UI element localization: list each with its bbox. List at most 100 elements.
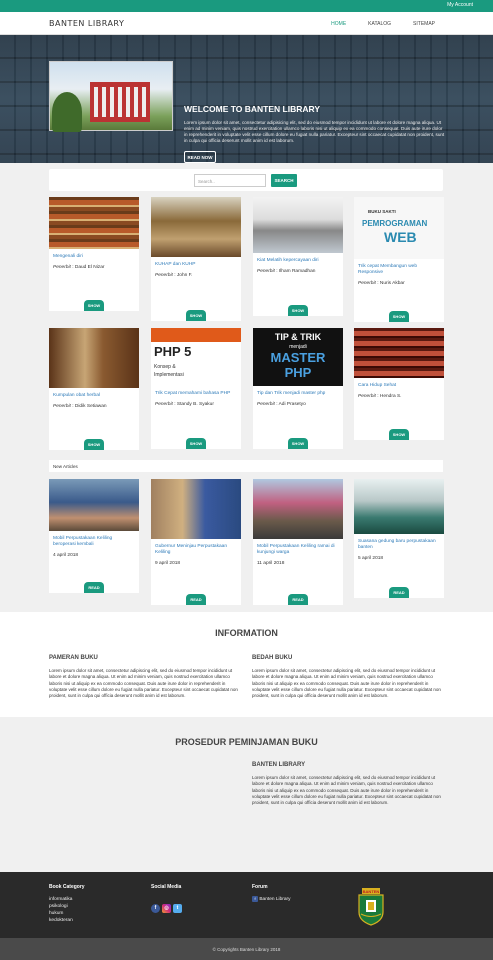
information-section: INFORMATION PAMERAN BUKU Lorem ipsum dol… — [0, 612, 493, 717]
category-link[interactable]: hukum — [49, 910, 85, 917]
facebook-icon[interactable]: f — [151, 903, 160, 913]
hero-banner: WELCOME TO BANTEN LIBRARY Lorem ipsum do… — [0, 35, 493, 163]
book-title[interactable]: KUHAP dan KUHP — [151, 257, 241, 268]
my-account-link[interactable]: My Account — [447, 2, 473, 8]
book-publisher: Penerbit : Hendra S. — [358, 394, 402, 399]
article-card[interactable]: Mobil Perpustakaan Keliling beroperasi k… — [49, 479, 139, 593]
facebook-icon: f — [252, 896, 258, 902]
navbar: BANTEN LIBRARY HOME KATALOG SITEMAP — [0, 12, 493, 35]
book-cover: TIP & TRIK menjadi MASTER PHP — [253, 328, 343, 386]
show-button[interactable]: SHOW — [84, 439, 104, 450]
forum-column: Forum f Banten Library — [252, 884, 291, 902]
hero-title: WELCOME TO BANTEN LIBRARY — [184, 104, 320, 114]
article-title[interactable]: Mobil Perpustakaan Keliling ramai di kun… — [253, 539, 343, 556]
read-button[interactable]: READ — [288, 594, 308, 605]
book-title[interactable]: Kumpulan obat herbal — [49, 388, 139, 399]
article-image — [49, 479, 139, 531]
show-button[interactable]: SHOW — [389, 311, 409, 322]
book-cover — [253, 197, 343, 253]
book-card[interactable]: Kumpulan obat herbal Penerbit : Didik Se… — [49, 328, 139, 450]
book-publisher: Penerbit : Standy B. Syakur — [155, 402, 214, 407]
prosedur-column: BANTEN LIBRARY Lorem ipsum dolor sit ame… — [252, 762, 442, 806]
information-heading: INFORMATION — [215, 628, 278, 638]
prosedur-heading: PROSEDUR PEMINJAMAN BUKU — [175, 737, 318, 747]
twitter-icon[interactable]: t — [173, 903, 182, 913]
show-button[interactable]: SHOW — [288, 438, 308, 449]
book-cover: PHP 5 Konsep & Implementasi — [151, 328, 241, 386]
book-title[interactable]: Tip dan Trik menjadi master php — [253, 386, 343, 397]
prosedur-title: BANTEN LIBRARY — [252, 762, 306, 768]
search-bar: Search.. SEARCH — [49, 169, 443, 191]
footer: Book Category informatika psikologi huku… — [0, 872, 493, 938]
show-button[interactable]: SHOW — [389, 429, 409, 440]
book-card[interactable]: Cara Hidup Sehat Penerbit : Hendra S. SH… — [354, 328, 444, 440]
article-title[interactable]: Mobil Perpustakaan Keliling beroperasi k… — [49, 531, 139, 548]
read-button[interactable]: READ — [186, 594, 206, 605]
category-link[interactable]: psikologi — [49, 903, 85, 910]
instagram-icon[interactable]: ◎ — [162, 903, 171, 913]
book-card[interactable]: Mengenali diri Penerbit : Daud El Nizar … — [49, 197, 139, 311]
book-cover — [49, 197, 139, 249]
pameran-text: Lorem ipsum dolor sit amet, consectetur … — [49, 668, 238, 699]
book-card[interactable]: BUKU SAKTI PEMROGRAMAN WEB Trik cepat Me… — [354, 197, 444, 322]
article-image — [354, 479, 444, 534]
article-date: 5 april 2018 — [358, 556, 384, 561]
nav-home[interactable]: HOME — [331, 21, 346, 27]
book-title[interactable]: Trik cepat Membangun web Responsive — [354, 259, 444, 276]
book-category-title: Book Category — [49, 884, 85, 890]
nav-sitemap[interactable]: SITEMAP — [413, 21, 435, 27]
category-link[interactable]: informatika — [49, 896, 85, 903]
pameran-title: PAMERAN BUKU — [49, 655, 98, 661]
book-title[interactable]: Trik Cepat memahami bahasa PHP — [151, 386, 241, 397]
article-image — [151, 479, 241, 539]
nav-links: HOME KATALOG SITEMAP — [331, 12, 435, 35]
new-articles-label: New Articles — [49, 460, 443, 472]
read-button[interactable]: READ — [389, 587, 409, 598]
banten-emblem: BANTEN — [356, 888, 386, 926]
nav-katalog[interactable]: KATALOG — [368, 21, 391, 27]
book-title[interactable]: Mengenali diri — [49, 249, 139, 260]
book-card[interactable]: TIP & TRIK menjadi MASTER PHP Tip dan Tr… — [253, 328, 343, 449]
article-card[interactable]: Gubernur Meninjau Perpustakaan Keliling … — [151, 479, 241, 605]
show-button[interactable]: SHOW — [186, 310, 206, 321]
book-card[interactable]: KUHAP dan KUHP Penerbit : John F. SHOW — [151, 197, 241, 321]
article-date: 4 april 2018 — [53, 553, 79, 558]
category-link[interactable]: kedokteran — [49, 917, 85, 924]
article-card[interactable]: Mobil Perpustakaan Keliling ramai di kun… — [253, 479, 343, 605]
read-now-button[interactable]: READ NOW — [184, 151, 216, 163]
read-button[interactable]: READ — [84, 582, 104, 593]
book-publisher: Penerbit : Daud El Nizar — [53, 265, 105, 270]
search-input[interactable]: Search.. — [194, 174, 266, 187]
article-title[interactable]: Suasana gedung baru perpustakaan banten — [354, 534, 444, 551]
book-publisher: Penerbit : Nuris Akbar — [358, 281, 405, 286]
bedah-title: BEDAH BUKU — [252, 655, 293, 661]
article-date: 11 april 2018 — [257, 561, 285, 566]
article-title[interactable]: Gubernur Meninjau Perpustakaan Keliling — [151, 539, 241, 556]
book-title[interactable]: Cara Hidup Sehat — [354, 378, 444, 389]
show-button[interactable]: SHOW — [288, 305, 308, 316]
book-cover — [151, 197, 241, 257]
forum-title: Forum — [252, 884, 268, 890]
book-card[interactable]: PHP 5 Konsep & Implementasi Trik Cepat m… — [151, 328, 241, 449]
book-publisher: Penerbit : Didik Setiawan — [53, 404, 107, 409]
book-card[interactable]: Kiat Melatih kepercayaan diri Penerbit :… — [253, 197, 343, 316]
bedah-text: Lorem ipsum dolor sit amet, consectetur … — [252, 668, 441, 699]
prosedur-section: PROSEDUR PEMINJAMAN BUKU BANTEN LIBRARY … — [0, 717, 493, 872]
forum-link[interactable]: Banten Library — [259, 897, 290, 902]
book-title[interactable]: Kiat Melatih kepercayaan diri — [253, 253, 343, 264]
brand-logo[interactable]: BANTEN LIBRARY — [49, 19, 124, 28]
article-card[interactable]: Suasana gedung baru perpustakaan banten … — [354, 479, 444, 598]
show-button[interactable]: SHOW — [84, 300, 104, 311]
hero-paragraph: Lorem ipsum dolor sit amet, consectetur … — [184, 120, 445, 143]
search-button[interactable]: SEARCH — [271, 174, 297, 187]
copyright: © Copyrights Banten Library 2018 — [0, 938, 493, 960]
pameran-column: PAMERAN BUKU Lorem ipsum dolor sit amet,… — [49, 655, 239, 699]
article-date: 9 april 2018 — [155, 561, 181, 566]
book-publisher: Penerbit : John F. — [155, 273, 193, 278]
social-media-column: Social Media f ◎ t — [151, 884, 184, 914]
book-category-column: Book Category informatika psikologi huku… — [49, 884, 85, 924]
hero-image — [49, 61, 173, 132]
show-button[interactable]: SHOW — [186, 438, 206, 449]
top-bar: My Account — [0, 0, 493, 12]
article-image — [253, 479, 343, 539]
